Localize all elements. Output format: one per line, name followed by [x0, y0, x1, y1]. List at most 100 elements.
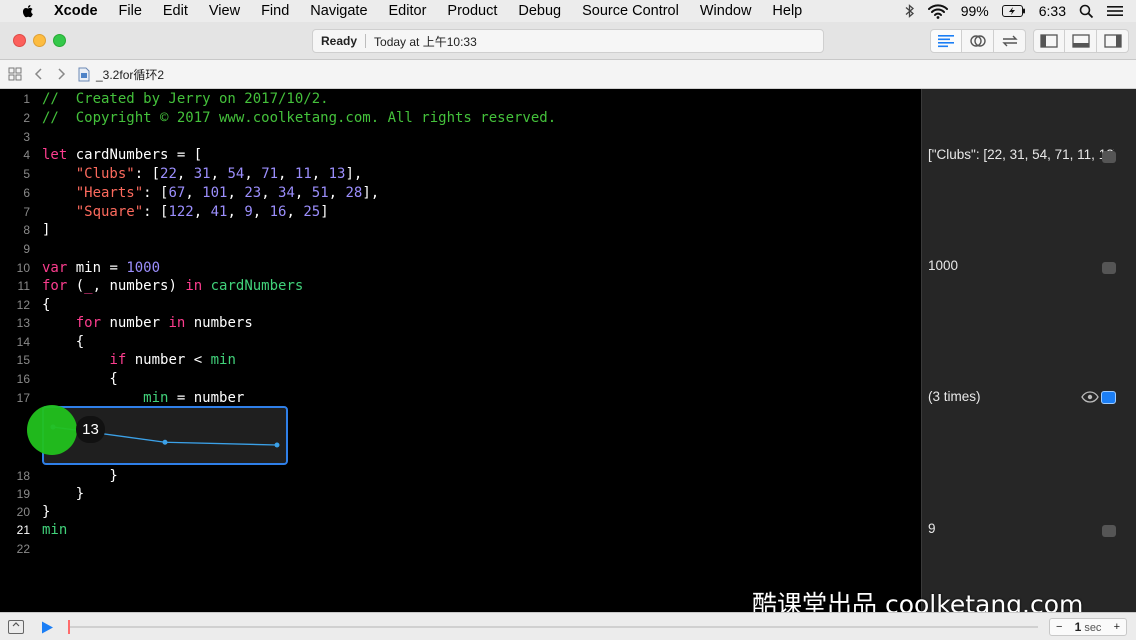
code-line[interactable]: 8]: [0, 221, 921, 239]
code-token: for: [75, 315, 102, 331]
bluetooth-icon[interactable]: [905, 3, 915, 19]
code-token: let: [42, 147, 68, 163]
code-token: ],: [362, 185, 380, 201]
menu-editor[interactable]: Editor: [389, 3, 427, 19]
code-editor[interactable]: 1 // Created by Jerry on 2017/10/2. 2 // Co…: [0, 89, 921, 612]
code-token: ,: [193, 204, 211, 220]
notification-center-icon[interactable]: [1107, 5, 1123, 17]
code-line[interactable]: 21 min: [0, 521, 921, 539]
code-line[interactable]: 4 let cardNumbers = [: [0, 146, 921, 164]
duration-decrement-button[interactable]: −: [1056, 621, 1062, 633]
code-text: for number in numbers: [42, 314, 253, 332]
code-line[interactable]: 13 for number in numbers: [0, 314, 921, 332]
code-line[interactable]: 11 for (_, numbers) in cardNumbers: [0, 277, 921, 295]
code-token: 25: [303, 204, 321, 220]
code-line[interactable]: 6 "Hearts": [67, 101, 23, 34, 51, 28],: [0, 184, 921, 202]
quick-look-button-line-10[interactable]: [1102, 262, 1116, 274]
duration-increment-button[interactable]: +: [1114, 621, 1120, 633]
menu-edit[interactable]: Edit: [163, 3, 188, 19]
history-point[interactable]: [162, 439, 168, 445]
code-line[interactable]: 3: [0, 128, 921, 146]
menu-product[interactable]: Product: [447, 3, 497, 19]
execution-duration-stepper[interactable]: − 1 sec +: [1049, 618, 1127, 636]
jump-bar-file-name[interactable]: _3.2for循环2: [96, 66, 164, 83]
menu-find[interactable]: Find: [261, 3, 289, 19]
minimize-window-button[interactable]: [33, 34, 46, 47]
wifi-icon[interactable]: [927, 3, 948, 19]
code-line[interactable]: 16 {: [0, 370, 921, 388]
code-line[interactable]: 20}: [0, 503, 921, 521]
code-token: var: [42, 260, 68, 276]
spotlight-search-icon[interactable]: [1079, 4, 1094, 19]
toggle-console-button[interactable]: [8, 620, 24, 634]
timeline-track[interactable]: [68, 626, 1038, 628]
line-number: 18: [16, 469, 30, 483]
zoom-window-button[interactable]: [53, 34, 66, 47]
menu-clock[interactable]: 6:33: [1039, 3, 1066, 19]
history-point[interactable]: [274, 442, 280, 448]
code-token: 71: [261, 166, 279, 182]
assistant-editor-button[interactable]: [962, 29, 994, 53]
related-items-grid-icon[interactable]: [8, 67, 22, 81]
code-token: ,: [286, 204, 304, 220]
code-line[interactable]: 12 {: [0, 296, 921, 314]
standard-editor-button[interactable]: [930, 29, 962, 53]
menu-debug[interactable]: Debug: [518, 3, 561, 19]
quick-look-button-line-21[interactable]: [1102, 525, 1116, 537]
code-token: // Created by Jerry on 2017/10/2.: [42, 91, 329, 107]
line-number: 9: [23, 242, 30, 256]
code-line[interactable]: 22: [0, 540, 921, 558]
menu-window[interactable]: Window: [700, 3, 752, 19]
menu-help[interactable]: Help: [772, 3, 802, 19]
timeline-playhead[interactable]: [68, 620, 70, 634]
menu-xcode[interactable]: Xcode: [54, 3, 98, 19]
code-token: cardNumbers: [210, 278, 304, 294]
close-window-button[interactable]: [13, 34, 26, 47]
result-line-21: 9: [928, 521, 936, 536]
code-line[interactable]: 9: [0, 240, 921, 258]
console-toggle-icon: [12, 622, 20, 627]
quick-look-button-line-4[interactable]: [1102, 151, 1116, 163]
code-line[interactable]: 1 // Created by Jerry on 2017/10/2.: [0, 90, 921, 108]
code-line[interactable]: 5 "Clubs": [22, 31, 54, 71, 11, 13],: [0, 165, 921, 183]
toggle-utilities-button[interactable]: [1097, 29, 1129, 53]
code-line[interactable]: 2 // Copyright © 2017 www.coolketang.com.…: [0, 109, 921, 127]
code-line[interactable]: 14 {: [0, 333, 921, 351]
version-editor-button[interactable]: [994, 29, 1026, 53]
toggle-navigator-button[interactable]: [1033, 29, 1065, 53]
code-text: }: [42, 503, 50, 521]
code-token: {: [42, 371, 118, 387]
code-line[interactable]: 18 }: [0, 467, 921, 485]
code-line[interactable]: 10 var min = 1000: [0, 259, 921, 277]
line-number: 2: [23, 111, 30, 125]
code-token: 101: [202, 185, 228, 201]
battery-charging-icon[interactable]: [1001, 5, 1026, 17]
code-line[interactable]: 17 min = number: [0, 389, 921, 407]
forward-chevron-icon[interactable]: [56, 67, 66, 81]
quick-look-eye-icon[interactable]: [1081, 391, 1099, 403]
apple-icon[interactable]: [20, 3, 36, 19]
code-line[interactable]: 7 "Square": [122, 41, 9, 16, 25]: [0, 203, 921, 221]
menu-navigate[interactable]: Navigate: [310, 3, 367, 19]
view-panes-control: [1033, 29, 1129, 53]
show-result-button-line-17[interactable]: [1101, 391, 1116, 404]
code-line[interactable]: 15 if number < min: [0, 351, 921, 369]
playground-bottom-bar: − 1 sec +: [0, 612, 1136, 640]
back-chevron-icon[interactable]: [34, 67, 44, 81]
code-token: "Clubs": [75, 166, 135, 182]
line-number: 7: [23, 205, 30, 219]
code-token: 67: [168, 185, 186, 201]
run-playground-icon[interactable]: [41, 621, 54, 634]
code-token: ],: [345, 166, 363, 182]
line-number: 6: [23, 186, 30, 200]
code-line[interactable]: 19 }: [0, 485, 921, 503]
code-token: numbers: [185, 315, 253, 331]
menu-source-control[interactable]: Source Control: [582, 3, 679, 19]
toggle-debug-area-button[interactable]: [1065, 29, 1097, 53]
code-token: (: [67, 278, 85, 294]
menu-file[interactable]: File: [119, 3, 142, 19]
menu-view[interactable]: View: [209, 3, 240, 19]
